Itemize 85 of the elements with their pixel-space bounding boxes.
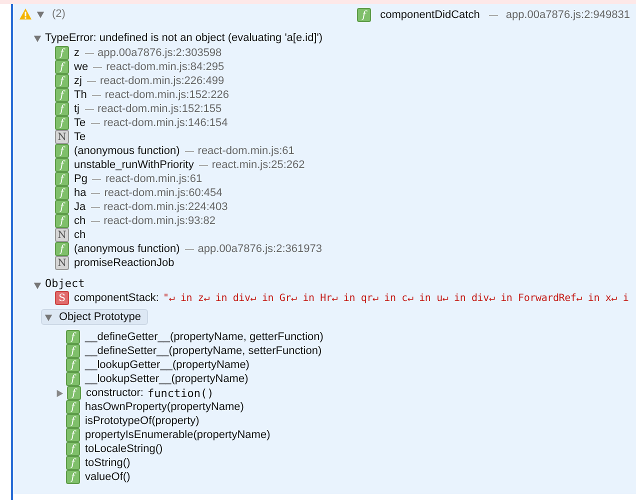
source-location[interactable]: react-dom.min.js:152:155 [98,103,222,115]
function-badge: f [66,330,80,344]
disclosure-triangle-icon[interactable] [55,388,64,398]
stack-frame-name: unstable_runWithPriority [74,159,194,171]
function-badge: f [55,116,69,130]
function-badge: f [55,74,69,88]
function-badge: f [66,400,80,414]
stack-frame-name: Te [74,117,86,129]
method-name: constructor: [86,387,144,399]
function-badge: f [357,8,372,22]
function-badge: f [55,144,69,158]
disclosure-triangle-icon[interactable] [33,34,42,42]
source-location[interactable]: react.min.js:25:262 [212,159,305,171]
function-badge: f [55,88,69,102]
property-value: "↵ in z↵ in div↵ in Gr↵ in Hr↵ in qr↵ in c↵ in u↵ in div↵ in ForwardRef↵ in x↵ i [163,292,629,304]
source-location[interactable]: app.00a7876.js:2:949831 [506,9,630,21]
method-name: isPrototypeOf(property) [85,415,200,427]
source-location[interactable]: react-dom.min.js:61 [198,145,294,157]
function-name: componentDidCatch [380,9,480,21]
disclosure-triangle-icon[interactable] [44,312,53,322]
method-name: toLocaleString() [85,443,163,455]
function-badge: f [55,200,69,214]
stack-frame-name: ha [74,187,86,199]
warning-icon [19,8,32,20]
method-name: hasOwnProperty(propertyName) [85,401,244,413]
function-badge: f [55,186,69,200]
source-location[interactable]: react-dom.min.js:146:154 [104,117,228,129]
source-location[interactable]: react-dom.min.js:84:295 [106,61,224,73]
source-location[interactable]: react-dom.min.js:152:226 [104,89,229,101]
function-badge: f [67,386,81,400]
function-badge: f [66,358,80,372]
source-location[interactable]: react-dom.min.js:93:82 [104,215,216,227]
string-badge: S [55,291,69,305]
stack-frame-name: promiseReactionJob [74,257,174,269]
source-location[interactable]: app.00a7876.js:2:303598 [98,47,222,59]
function-badge: f [55,102,69,116]
object-label: Object [45,277,85,290]
stack-frame-name: Te [74,131,86,143]
native-badge: N [55,130,69,144]
disclosure-triangle-icon[interactable] [36,10,45,18]
method-name: toString() [85,457,130,469]
stack-frame-name: ch [74,229,86,241]
prototype-label: Object Prototype [59,311,141,323]
function-badge: f [66,372,80,386]
function-badge: f [66,456,80,470]
stack-frame-name: we [74,61,88,73]
source-location[interactable]: react-dom.min.js:224:403 [104,201,228,213]
stack-frame-name: (anonymous function) [74,145,180,157]
function-badge: f [66,470,80,484]
native-badge: N [55,256,69,270]
prototype-section[interactable]: Object Prototype [41,309,148,325]
function-badge: f [66,442,80,456]
stack-frame-name: Pg [74,173,88,185]
function-badge: f [55,158,69,172]
disclosure-triangle-icon[interactable] [33,281,42,290]
function-badge: f [55,60,69,74]
function-badge: f [55,214,69,228]
method-name: __lookupGetter__(propertyName) [85,359,250,371]
native-badge: N [55,228,69,242]
method-name: __lookupSetter__(propertyName) [85,373,248,385]
message-count: (2) [52,8,66,20]
method-value: function() [147,386,214,400]
error-message: TypeError: undefined is not an object (evaluating 'a[e.id]') [45,32,323,44]
stack-frame-name: zj [74,75,82,87]
function-badge: f [66,428,80,442]
source-location[interactable]: app.00a7876.js:2:361973 [198,243,322,255]
function-badge: f [55,46,69,60]
stack-frame-name: tj [74,103,80,115]
source-location[interactable]: react-dom.min.js:61 [105,173,202,185]
function-badge: f [66,414,80,428]
stack-frame-name: Th [74,89,87,101]
stack-frame-name: ch [74,215,86,227]
stack-frame-name: (anonymous function) [74,243,180,255]
property-key: componentStack: [74,292,159,304]
method-name: __defineSetter__(propertyName, setterFunction) [85,345,322,357]
function-badge: f [55,242,69,256]
stack-frame-name: Ja [74,201,86,213]
function-badge: f [55,172,69,186]
method-name: valueOf() [85,471,130,483]
method-name: propertyIsEnumerable(propertyName) [85,429,270,441]
source-location[interactable]: react-dom.min.js:226:499 [100,75,224,87]
method-name: __defineGetter__(propertyName, getterFunction) [85,331,324,343]
stack-frame-name: z [74,47,80,59]
function-badge: f [66,344,80,358]
source-location[interactable]: react-dom.min.js:60:454 [104,187,222,199]
